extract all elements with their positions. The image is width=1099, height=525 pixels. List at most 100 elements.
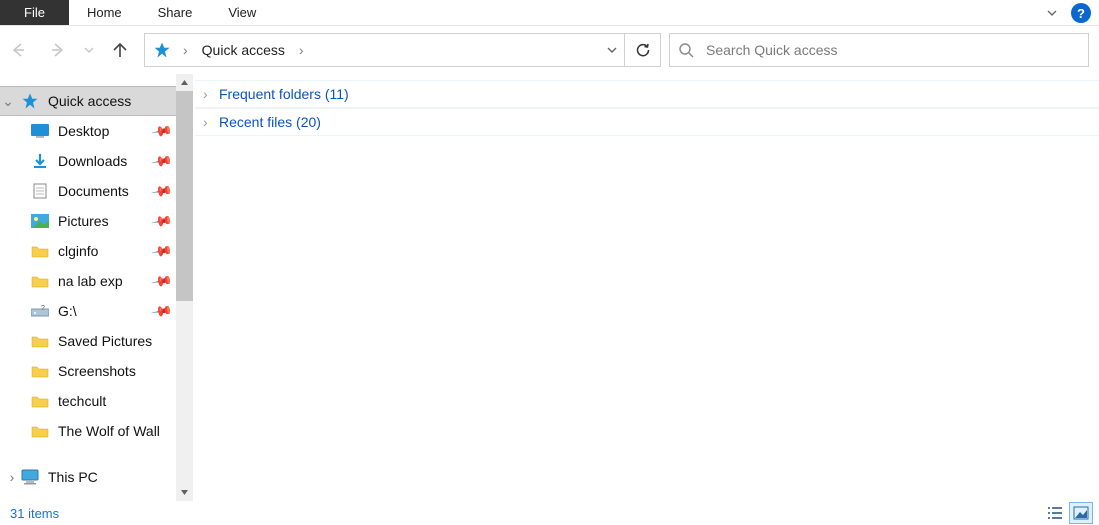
toolbar: › Quick access ›: [0, 26, 1099, 74]
caret-down-icon: [180, 488, 189, 497]
status-bar: 31 items: [0, 501, 1099, 525]
navitem-desktop[interactable]: Desktop 📌: [0, 116, 176, 146]
nav-item-label: The Wolf of Wall: [58, 423, 160, 439]
folder-icon: [30, 332, 50, 350]
group-frequent-folders[interactable]: › Frequent folders (11): [195, 80, 1099, 108]
tab-share[interactable]: Share: [140, 0, 211, 25]
chevron-right-icon: ›: [177, 42, 194, 58]
navitem-techcult[interactable]: techcult: [0, 386, 176, 416]
navitem-documents[interactable]: Documents 📌: [0, 176, 176, 206]
navitem-downloads[interactable]: Downloads 📌: [0, 146, 176, 176]
ribbon: File Home Share View ?: [0, 0, 1099, 26]
tab-home[interactable]: Home: [69, 0, 140, 25]
item-count: 31 items: [10, 506, 59, 521]
pin-icon: 📌: [149, 269, 173, 293]
view-large-icons-button[interactable]: [1069, 502, 1093, 524]
thispc-icon: [20, 468, 40, 486]
search-icon: [678, 42, 694, 58]
desktop-icon: [30, 122, 50, 140]
scroll-down-button[interactable]: [176, 484, 193, 501]
address-bar[interactable]: › Quick access ›: [144, 33, 661, 67]
nav-item-label: Pictures: [58, 213, 109, 229]
arrow-up-icon: [111, 41, 129, 59]
chevron-right-icon: ›: [293, 42, 310, 58]
chevron-down-icon[interactable]: ⌄: [2, 93, 14, 110]
chevron-down-icon: [84, 45, 94, 55]
forward-button[interactable]: [42, 34, 74, 66]
folder-icon: [30, 422, 50, 440]
picture-icon: [30, 212, 50, 230]
nav-item-label: G:\: [58, 303, 77, 319]
star-icon: [20, 92, 40, 110]
tab-view[interactable]: View: [210, 0, 274, 25]
tab-file[interactable]: File: [0, 0, 69, 25]
refresh-button[interactable]: [624, 34, 660, 66]
chevron-right-icon[interactable]: ›: [203, 86, 219, 102]
chevron-down-icon: [606, 44, 618, 56]
group-header-link[interactable]: Frequent folders (11): [219, 86, 349, 102]
pin-icon: 📌: [149, 179, 173, 203]
search-box[interactable]: [669, 33, 1089, 67]
navitem-drive-g[interactable]: ? G:\ 📌: [0, 296, 176, 326]
navpane-scrollbar[interactable]: [176, 74, 193, 501]
history-dropdown[interactable]: [82, 45, 96, 55]
nav-item-label: Downloads: [58, 153, 127, 169]
navitem-quick-access[interactable]: ⌄ Quick access: [0, 86, 176, 116]
up-button[interactable]: [104, 34, 136, 66]
nav-item-label: Screenshots: [58, 363, 136, 379]
chevron-down-icon: [1045, 6, 1059, 20]
drive-icon: ?: [30, 302, 50, 320]
arrow-left-icon: [9, 41, 27, 59]
navitem-this-pc[interactable]: › This PC: [0, 462, 176, 492]
quick-access-star-icon: [153, 41, 171, 59]
navigation-pane: ⌄ Quick access Desktop 📌 Downloads 📌 Doc…: [0, 74, 176, 501]
caret-up-icon: [180, 78, 189, 87]
large-icons-view-icon: [1073, 506, 1089, 520]
navitem-clginfo[interactable]: clginfo 📌: [0, 236, 176, 266]
folder-icon: [30, 362, 50, 380]
svg-text:?: ?: [41, 305, 45, 312]
pin-icon: 📌: [149, 209, 173, 233]
navitem-na-lab-exp[interactable]: na lab exp 📌: [0, 266, 176, 296]
help-icon: ?: [1077, 6, 1085, 21]
navitem-pictures[interactable]: Pictures 📌: [0, 206, 176, 236]
view-details-button[interactable]: [1043, 502, 1067, 524]
pin-icon: 📌: [149, 149, 173, 173]
pin-icon: 📌: [149, 299, 173, 323]
explorer-body: ⌄ Quick access Desktop 📌 Downloads 📌 Doc…: [0, 74, 1099, 501]
nav-item-label: Saved Pictures: [58, 333, 152, 349]
navitem-saved-pictures[interactable]: Saved Pictures: [0, 326, 176, 356]
chevron-right-icon[interactable]: ›: [6, 469, 18, 485]
group-header-link[interactable]: Recent files (20): [219, 114, 321, 130]
nav-item-label: techcult: [58, 393, 106, 409]
nav-item-label: Desktop: [58, 123, 109, 139]
pin-icon: 📌: [149, 119, 173, 143]
download-icon: [30, 152, 50, 170]
back-button[interactable]: [2, 34, 34, 66]
content-pane: › Frequent folders (11) › Recent files (…: [193, 74, 1099, 501]
scroll-thumb[interactable]: [176, 91, 193, 301]
folder-icon: [30, 272, 50, 290]
search-input[interactable]: [704, 41, 1080, 59]
nav-item-label: na lab exp: [58, 273, 123, 289]
group-recent-files[interactable]: › Recent files (20): [195, 108, 1099, 136]
folder-icon: [30, 392, 50, 410]
ribbon-collapse-dropdown[interactable]: [1039, 0, 1065, 25]
folder-icon: [30, 242, 50, 260]
arrow-right-icon: [49, 41, 67, 59]
address-history-dropdown[interactable]: [598, 34, 624, 66]
nav-item-label: Documents: [58, 183, 129, 199]
document-icon: [30, 182, 50, 200]
navitem-wolf-of-wall[interactable]: The Wolf of Wall: [0, 416, 176, 446]
scroll-up-button[interactable]: [176, 74, 193, 91]
nav-item-label: This PC: [48, 469, 98, 485]
chevron-right-icon[interactable]: ›: [203, 114, 219, 130]
breadcrumb[interactable]: Quick access: [198, 34, 289, 66]
nav-item-label: clginfo: [58, 243, 98, 259]
navitem-screenshots[interactable]: Screenshots: [0, 356, 176, 386]
details-view-icon: [1047, 506, 1063, 520]
nav-item-label: Quick access: [48, 93, 131, 109]
help-button[interactable]: ?: [1071, 3, 1091, 23]
pin-icon: 📌: [149, 239, 173, 263]
refresh-icon: [635, 42, 651, 58]
